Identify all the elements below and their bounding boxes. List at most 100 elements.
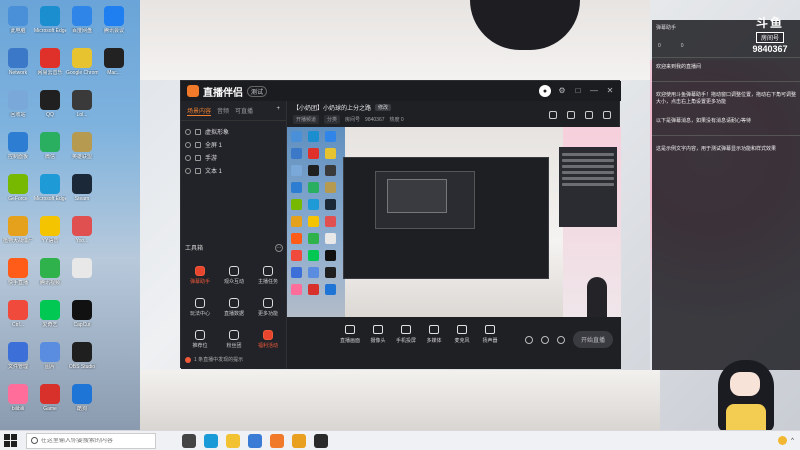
toolbox-item[interactable]: 粉丝团 bbox=[217, 323, 251, 355]
desktop-icon[interactable]: OBS Studio bbox=[66, 338, 98, 380]
game-icon[interactable] bbox=[292, 433, 306, 448]
maximize-button[interactable]: □ bbox=[573, 86, 583, 96]
user-avatar[interactable]: ● bbox=[539, 85, 551, 97]
camera-button[interactable]: 摄像头 bbox=[367, 325, 389, 344]
edge-icon[interactable] bbox=[204, 433, 218, 448]
desktop-icon[interactable]: 酷狗 bbox=[66, 380, 98, 422]
desktop-icon[interactable]: Game bbox=[34, 380, 66, 422]
preview-chat-panel bbox=[559, 147, 617, 227]
toolbox-more-button[interactable]: ··· bbox=[275, 243, 283, 252]
desktop-icon[interactable]: Yoo... bbox=[66, 212, 98, 254]
media-button[interactable]: 多媒体 bbox=[423, 325, 445, 344]
desktop-icon[interactable]: CapCut bbox=[66, 296, 98, 338]
toolbox-item[interactable]: 更多功能 bbox=[251, 291, 285, 323]
toolbox-item[interactable]: 福利活动 bbox=[251, 323, 285, 355]
lock-icon[interactable] bbox=[195, 128, 201, 135]
toolbox-item[interactable]: 直播数据 bbox=[217, 291, 251, 323]
source-item[interactable]: 全屏 1 bbox=[185, 138, 282, 151]
stream-preview[interactable] bbox=[287, 127, 621, 317]
category-pill[interactable]: 分类 bbox=[324, 115, 341, 124]
record-icon[interactable] bbox=[524, 335, 533, 344]
settings-icon[interactable] bbox=[556, 335, 565, 344]
desktop-icon[interactable]: YY语音 bbox=[34, 212, 66, 254]
eye-icon[interactable] bbox=[185, 141, 191, 148]
desktop-icon[interactable]: bilibili bbox=[2, 380, 34, 422]
desktop-icon[interactable]: Microsoft Edge bbox=[34, 170, 66, 212]
minimize-button[interactable]: — bbox=[589, 86, 599, 96]
desktop-icon[interactable]: 微信 bbox=[34, 128, 66, 170]
obs-icon[interactable] bbox=[314, 433, 328, 448]
live-companion-window[interactable]: 直播伴侣 测试 ● ⚙ □ — ✕ 场景内容 音频 可直播 + 虚拟形象 全屏 … bbox=[180, 80, 621, 369]
source-item[interactable]: 文本 1 bbox=[185, 164, 282, 177]
search-input[interactable] bbox=[40, 437, 151, 444]
desktop-icon[interactable]: QQ bbox=[34, 86, 66, 128]
desktop-icon[interactable]: GeForce bbox=[2, 170, 34, 212]
eye-icon[interactable] bbox=[185, 154, 191, 161]
desktop-icon[interactable]: 控制面板 bbox=[2, 128, 34, 170]
edit-title-button[interactable]: 修改 bbox=[375, 104, 392, 111]
toolbox-item[interactable]: 主播任务 bbox=[251, 259, 285, 291]
search-icon bbox=[31, 437, 38, 444]
desktop-icon[interactable]: Steam bbox=[66, 170, 98, 212]
danmaku-assistant-panel[interactable]: 弹幕助手 0 0 欢迎来到我的直播间 欢迎使用斗鱼弹幕助手！拖动窗口调整位置，拖… bbox=[652, 20, 800, 370]
desktop-icon[interactable]: 图片 bbox=[34, 338, 66, 380]
desktop-icon[interactable]: 文件管理 bbox=[2, 338, 34, 380]
taskbar-search[interactable] bbox=[26, 432, 156, 449]
lock-icon[interactable] bbox=[195, 154, 201, 161]
channel-pill[interactable]: 开播频道 bbox=[293, 115, 320, 124]
eye-icon[interactable] bbox=[185, 128, 191, 135]
tab-live[interactable]: 可直播 bbox=[235, 106, 253, 116]
desktop-icon[interactable]: 百度网盘 bbox=[66, 2, 98, 44]
share-icon[interactable] bbox=[603, 111, 611, 119]
close-button[interactable]: ✕ bbox=[605, 86, 615, 96]
add-scene-button[interactable]: + bbox=[276, 106, 280, 116]
desktop-icon[interactable]: Google Chrome bbox=[66, 44, 98, 86]
desktop-icon[interactable]: 快手直播 bbox=[2, 254, 34, 296]
coin-icon[interactable] bbox=[778, 436, 788, 445]
tab-scene-content[interactable]: 场景内容 bbox=[187, 106, 212, 116]
live-companion-icon[interactable] bbox=[270, 433, 284, 448]
desktop-icon[interactable]: 此电脑 bbox=[2, 2, 34, 44]
app-icon bbox=[104, 384, 124, 404]
toolbox-item[interactable]: 推荐位 bbox=[183, 323, 217, 355]
microphone-button[interactable]: 麦克风 bbox=[451, 325, 473, 344]
desktop-icon[interactable]: 英雄联盟 bbox=[66, 128, 98, 170]
toolbox-item[interactable]: 弹幕助手 bbox=[183, 259, 217, 291]
desktop-icon[interactable]: 爱奇艺 bbox=[34, 296, 66, 338]
source-item[interactable]: 手游 bbox=[185, 151, 282, 164]
desktop-icon[interactable]: Ctrl... bbox=[2, 296, 34, 338]
desktop-icon[interactable]: 植物大战僵尸 bbox=[2, 212, 34, 254]
settings-icon[interactable]: ⚙ bbox=[557, 86, 567, 96]
lock-icon[interactable] bbox=[195, 141, 201, 148]
screen-icon[interactable] bbox=[585, 111, 593, 119]
store-icon[interactable] bbox=[248, 433, 262, 448]
desktop-icon[interactable]: 网易云音乐 bbox=[34, 44, 66, 86]
desktop-icon[interactable]: Lol... bbox=[66, 86, 98, 128]
refresh-icon[interactable] bbox=[540, 335, 549, 344]
task-view-icon[interactable] bbox=[182, 433, 196, 448]
screen-capture-button[interactable]: 直播画面 bbox=[339, 325, 361, 344]
start-live-button[interactable]: 开始直播 bbox=[572, 331, 613, 348]
status-footer[interactable]: 1 条直播中发现的提示 bbox=[185, 356, 243, 363]
speaker-button[interactable]: 扬声器 bbox=[479, 325, 501, 344]
version-badge[interactable]: 测试 bbox=[247, 85, 268, 97]
phone-cast-button[interactable]: 手机投屏 bbox=[395, 325, 417, 344]
windows-start-icon[interactable] bbox=[4, 433, 18, 448]
toolbox-item[interactable]: 玩法中心 bbox=[183, 291, 217, 323]
tray-expand[interactable]: ^ bbox=[791, 438, 794, 444]
lock-icon[interactable] bbox=[195, 167, 201, 174]
desktop-icon[interactable]: Mac... bbox=[98, 44, 130, 86]
desktop-icon[interactable]: Network bbox=[2, 44, 34, 86]
toolbox-item[interactable]: 观众互动 bbox=[217, 259, 251, 291]
desktop-icon[interactable]: Microsoft Edge bbox=[34, 2, 66, 44]
desktop-icon[interactable]: 腾讯视频 bbox=[34, 254, 66, 296]
eye-icon[interactable] bbox=[185, 167, 191, 174]
desktop-icon[interactable]: 腾讯会议 bbox=[98, 2, 130, 44]
app-titlebar[interactable]: 直播伴侣 测试 ● ⚙ □ — ✕ bbox=[181, 81, 621, 101]
source-item[interactable]: 虚拟形象 bbox=[185, 125, 282, 138]
message-icon[interactable] bbox=[567, 111, 575, 119]
file-explorer-icon[interactable] bbox=[226, 433, 240, 448]
tab-audio[interactable]: 音频 bbox=[217, 106, 229, 116]
desktop-icon[interactable]: 回收站 bbox=[2, 86, 34, 128]
gift-icon[interactable] bbox=[549, 111, 557, 119]
